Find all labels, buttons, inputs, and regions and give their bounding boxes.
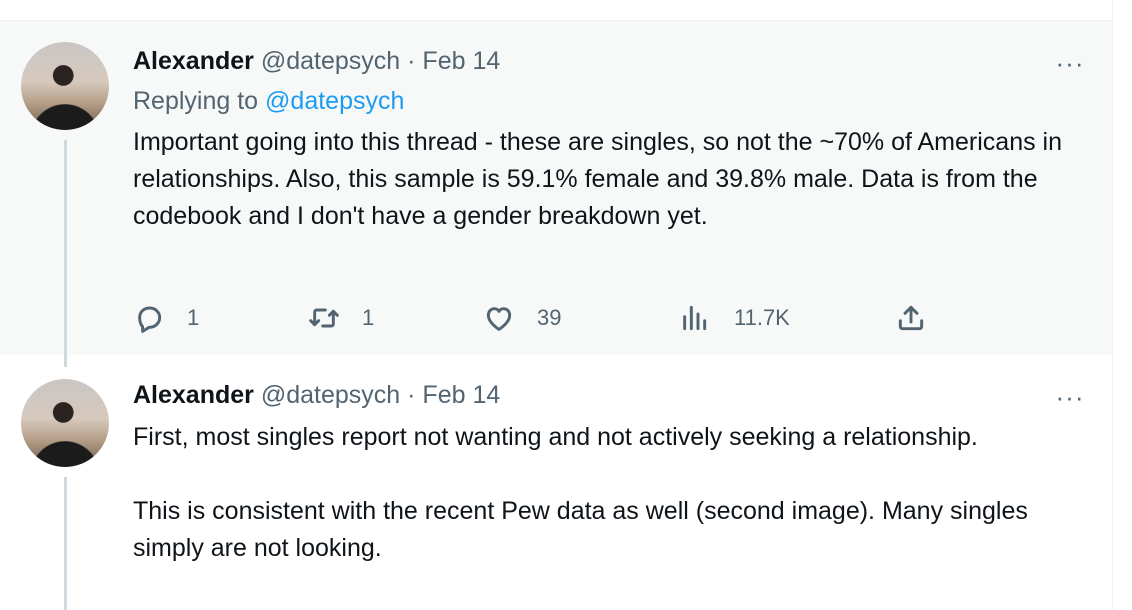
reply-icon: [138, 306, 162, 333]
tweet-text: First, most singles report not wanting a…: [133, 423, 1028, 562]
author-name[interactable]: Alexander: [133, 381, 254, 409]
replying-mention-link[interactable]: @datepsych: [265, 87, 404, 115]
views-icon: [683, 305, 707, 331]
tweet-date[interactable]: Feb 14: [422, 381, 500, 409]
column-border: [1112, 0, 1113, 610]
tweet-date[interactable]: Feb 14: [422, 47, 500, 75]
replying-to: Replying to @datepsych: [133, 85, 404, 117]
more-icon[interactable]: ···: [1052, 50, 1088, 76]
reply-button[interactable]: 1: [133, 301, 199, 335]
like-icon: [486, 307, 512, 331]
retweet-count: 1: [362, 305, 375, 330]
action-bar: 1 1 39 11.7K: [133, 301, 933, 335]
views-count: 11.7K: [734, 305, 790, 330]
separator-dot: ·: [407, 47, 416, 75]
like-button[interactable]: 39: [483, 301, 561, 335]
separator-dot: ·: [407, 381, 416, 409]
more-icon[interactable]: ···: [1052, 384, 1088, 410]
tweet[interactable]: Alexander @datepsych · Feb 14 ··· Replyi…: [0, 21, 1112, 355]
author-handle[interactable]: @datepsych: [261, 47, 400, 75]
tweet-header: Alexander @datepsych · Feb 14: [133, 379, 500, 411]
replying-label: Replying to: [133, 87, 259, 115]
tweet[interactable]: Alexander @datepsych · Feb 14 ··· First,…: [0, 355, 1112, 610]
like-count: 39: [537, 305, 562, 330]
share-icon: [898, 305, 924, 331]
tweet-header: Alexander @datepsych · Feb 14: [133, 45, 500, 77]
avatar[interactable]: [21, 42, 109, 130]
share-button[interactable]: [895, 301, 927, 335]
retweet-icon: [309, 308, 339, 328]
author-name[interactable]: Alexander: [133, 47, 254, 75]
avatar[interactable]: [21, 379, 109, 467]
retweet-button[interactable]: 1: [308, 301, 374, 335]
thread-connector: [64, 140, 67, 355]
author-handle[interactable]: @datepsych: [261, 381, 400, 409]
thread-connector: [64, 355, 67, 367]
reply-count: 1: [187, 305, 200, 330]
thread-connector: [64, 477, 67, 610]
views-button[interactable]: 11.7K: [678, 301, 790, 335]
tweet-text: Important going into this thread - these…: [133, 128, 1063, 230]
